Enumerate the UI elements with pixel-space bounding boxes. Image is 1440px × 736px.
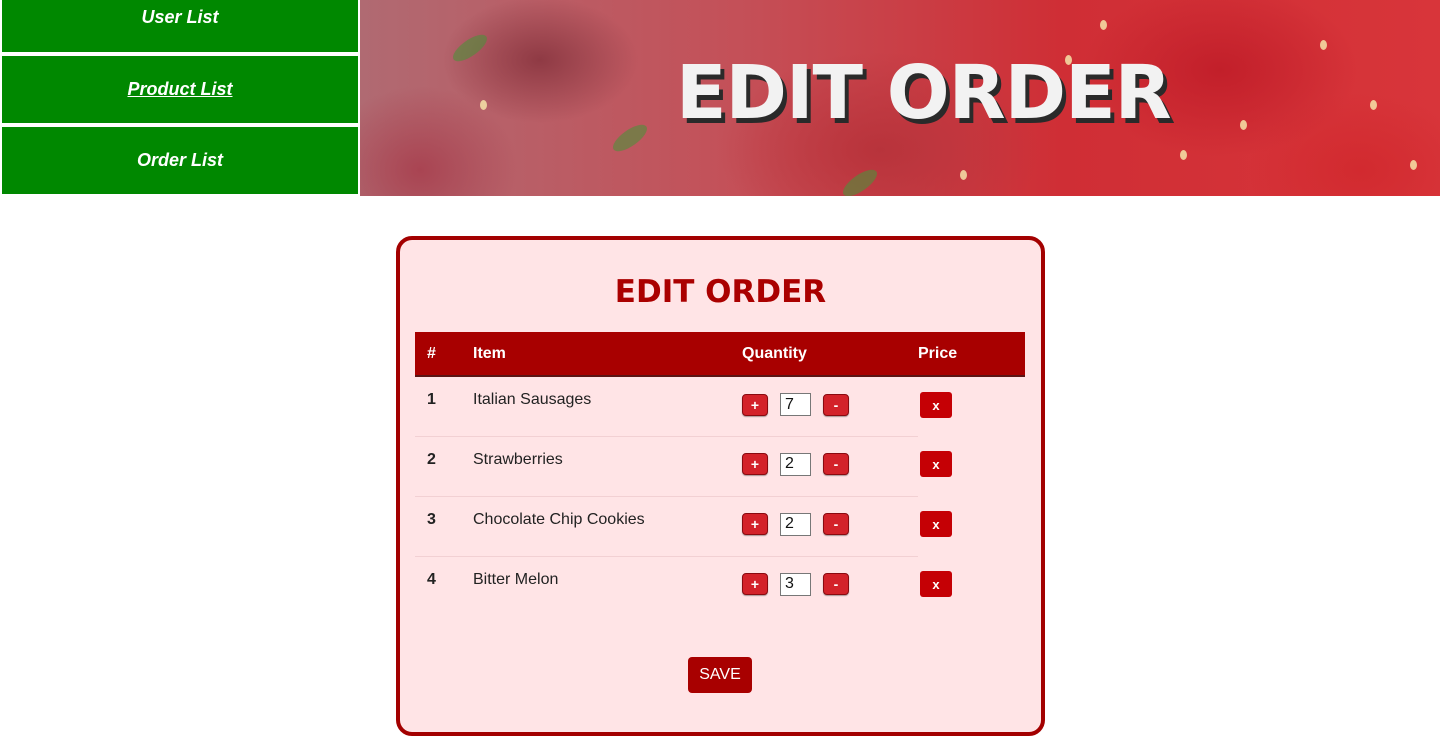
quantity-cell: + - (742, 436, 918, 497)
decrement-button[interactable]: - (823, 393, 849, 416)
row-item-name: Italian Sausages (473, 376, 742, 437)
increment-button[interactable]: + (742, 513, 768, 535)
price-cell: x (918, 556, 1025, 616)
quantity-input[interactable] (780, 572, 811, 596)
decrement-button[interactable]: - (823, 573, 849, 595)
column-header-number: # (415, 332, 473, 377)
price-cell: x (918, 376, 1025, 436)
order-table: # Item Quantity Price 1 Italian Sausages… (415, 332, 1025, 616)
nav-item-user-list[interactable]: User List (2, 0, 358, 52)
seed-decoration (1240, 120, 1247, 130)
table-row: 4 Bitter Melon + - x (415, 556, 1025, 616)
leaf-decoration (609, 119, 651, 157)
edit-order-card: EDIT ORDER # Item Quantity Price 1 Itali… (396, 236, 1045, 736)
nav-item-label: Product List (127, 79, 233, 99)
decrement-button[interactable]: - (823, 513, 849, 535)
row-number: 4 (427, 570, 436, 588)
remove-item-button[interactable]: x (920, 571, 952, 597)
remove-item-button[interactable]: x (920, 511, 952, 537)
hero-title: EDIT ORDER (676, 50, 1172, 136)
seed-decoration (1410, 160, 1417, 170)
increment-button[interactable]: + (742, 453, 768, 475)
seed-decoration (1100, 20, 1107, 30)
quantity-input[interactable] (780, 512, 811, 536)
decrement-button[interactable]: - (823, 453, 849, 475)
row-item-name: Bitter Melon (473, 570, 559, 588)
table-row: 3 Chocolate Chip Cookies + - x (415, 496, 1025, 557)
nav-item-label: Order List (136, 150, 224, 170)
remove-item-button[interactable]: x (920, 451, 952, 477)
price-cell: x (918, 436, 1025, 496)
quantity-cell: + - (742, 376, 918, 437)
table-row: 2 Strawberries + - x (415, 436, 1025, 497)
row-number: 1 (415, 376, 473, 437)
seed-decoration (1370, 100, 1377, 110)
row-number: 2 (415, 436, 473, 497)
leaf-decoration (449, 29, 491, 67)
price-cell: x (918, 496, 1025, 556)
quantity-stepper: + - (742, 393, 918, 416)
seed-decoration (960, 170, 967, 180)
nav-item-order-list[interactable]: Order List (2, 127, 358, 194)
row-item-name: Strawberries (473, 436, 742, 497)
quantity-input[interactable] (780, 452, 811, 476)
increment-button[interactable]: + (742, 573, 768, 595)
quantity-stepper: + - (742, 452, 918, 476)
seed-decoration (1320, 40, 1327, 50)
quantity-cell: + - (742, 556, 918, 616)
sidebar-nav: User List Product List Order List (0, 0, 360, 196)
remove-item-button[interactable]: x (920, 392, 952, 418)
quantity-cell: + - (742, 496, 918, 557)
row-item-name: Chocolate Chip Cookies (473, 496, 742, 557)
table-row: 1 Italian Sausages + - x (415, 376, 1025, 437)
column-header-price: Price (918, 332, 1025, 377)
quantity-stepper: + - (742, 572, 918, 596)
seed-decoration (1180, 150, 1187, 160)
leaf-decoration (839, 164, 881, 196)
seed-decoration (480, 100, 487, 110)
quantity-stepper: + - (742, 512, 918, 536)
card-title: EDIT ORDER (614, 274, 827, 310)
increment-button[interactable]: + (742, 393, 768, 416)
quantity-input[interactable] (780, 393, 811, 416)
nav-item-label: User List (141, 7, 219, 27)
column-header-quantity: Quantity (742, 332, 918, 377)
save-button[interactable]: SAVE (688, 657, 752, 693)
nav-item-product-list[interactable]: Product List (2, 56, 358, 123)
column-header-item: Item (473, 332, 742, 377)
row-number: 3 (415, 496, 473, 557)
table-header-row: # Item Quantity Price (415, 332, 1025, 377)
hero-banner: EDIT ORDER (360, 0, 1440, 196)
